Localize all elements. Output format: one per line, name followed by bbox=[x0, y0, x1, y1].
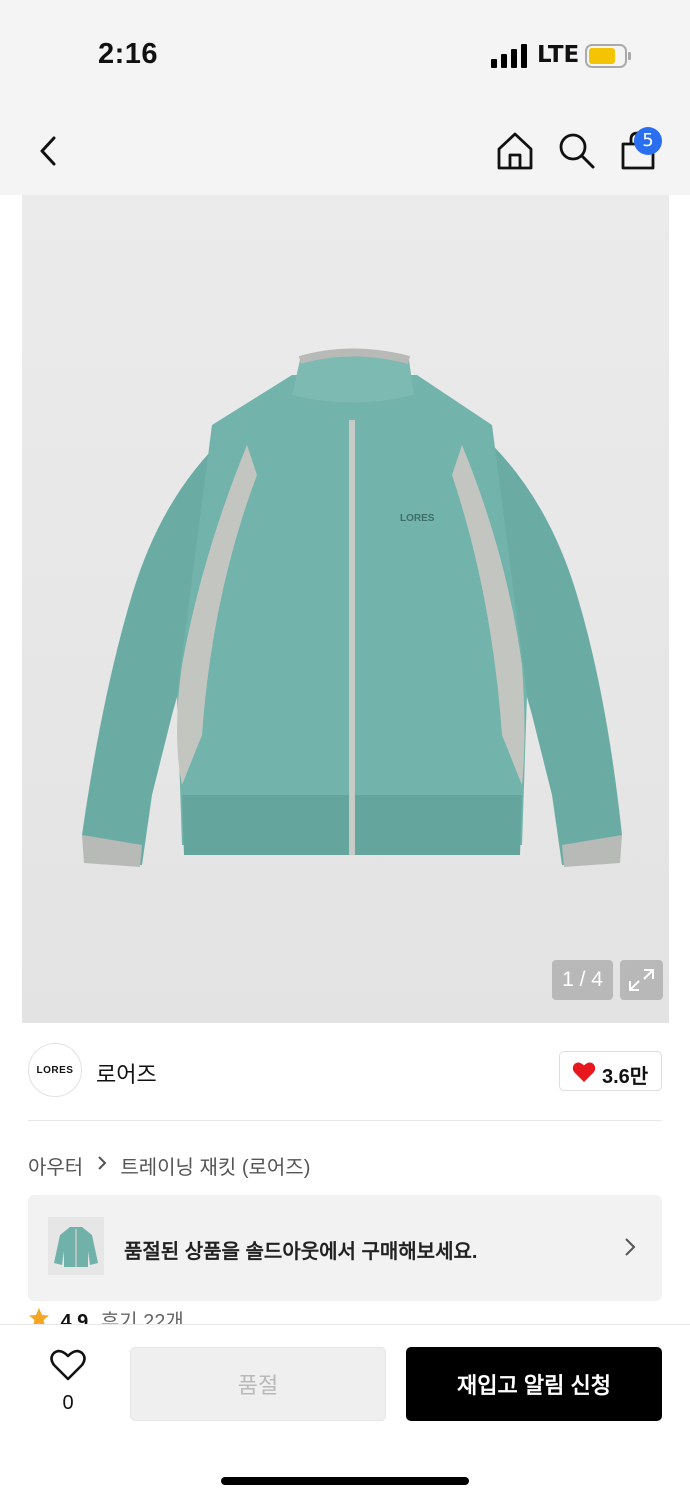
divider bbox=[28, 1120, 662, 1121]
soldout-button: 품절 bbox=[130, 1347, 386, 1421]
like-count: 3.6만 bbox=[602, 1066, 649, 1088]
jacket-logo: LORES bbox=[400, 513, 435, 524]
wishlist-button[interactable]: 0 bbox=[45, 1349, 91, 1414]
wish-count: 0 bbox=[62, 1392, 74, 1414]
bottom-action-bar: 0 품절 재입고 알림 신청 bbox=[0, 1324, 690, 1500]
battery-icon bbox=[585, 44, 631, 68]
promo-product-thumbnail bbox=[48, 1217, 104, 1275]
network-label: LTE bbox=[537, 42, 580, 68]
brand-name[interactable]: 로어즈 bbox=[96, 1057, 157, 1089]
product-image-gallery[interactable]: LORES 1 / 4 bbox=[22, 195, 669, 1023]
breadcrumb-category[interactable]: 아우터 bbox=[28, 1151, 83, 1180]
search-icon[interactable] bbox=[556, 130, 598, 172]
promo-text: 품절된 상품을 솔드아웃에서 구매해보세요. bbox=[124, 1241, 478, 1263]
restock-alert-button[interactable]: 재입고 알림 신청 bbox=[406, 1347, 662, 1421]
home-icon[interactable] bbox=[494, 130, 536, 172]
chevron-right-icon bbox=[625, 1238, 636, 1256]
heart-icon bbox=[572, 1062, 596, 1082]
status-time: 2:16 bbox=[98, 38, 159, 70]
product-jacket-image: LORES bbox=[82, 348, 622, 867]
like-button[interactable]: 3.6만 bbox=[559, 1051, 662, 1091]
heart-outline-icon bbox=[50, 1349, 86, 1381]
expand-icon[interactable] bbox=[620, 960, 663, 1000]
chevron-right-icon bbox=[98, 1156, 107, 1170]
signal-bars-icon bbox=[491, 44, 527, 68]
brand-row[interactable]: LORES 로어즈 3.6만 bbox=[28, 1043, 662, 1099]
chevron-left-icon[interactable] bbox=[30, 130, 66, 172]
breadcrumb: 아우터 트레이닝 재킷 (로어즈) bbox=[28, 1151, 310, 1180]
image-counter: 1 / 4 bbox=[552, 960, 613, 1000]
home-indicator[interactable] bbox=[221, 1477, 469, 1485]
breadcrumb-product[interactable]: 트레이닝 재킷 (로어즈) bbox=[120, 1151, 310, 1180]
status-bar: 2:16 LTE bbox=[0, 0, 690, 100]
brand-logo[interactable]: LORES bbox=[28, 1043, 82, 1097]
cart-count-badge: 5 bbox=[634, 127, 662, 155]
soldout-promo-banner[interactable]: 품절된 상품을 솔드아웃에서 구매해보세요. bbox=[28, 1195, 662, 1301]
